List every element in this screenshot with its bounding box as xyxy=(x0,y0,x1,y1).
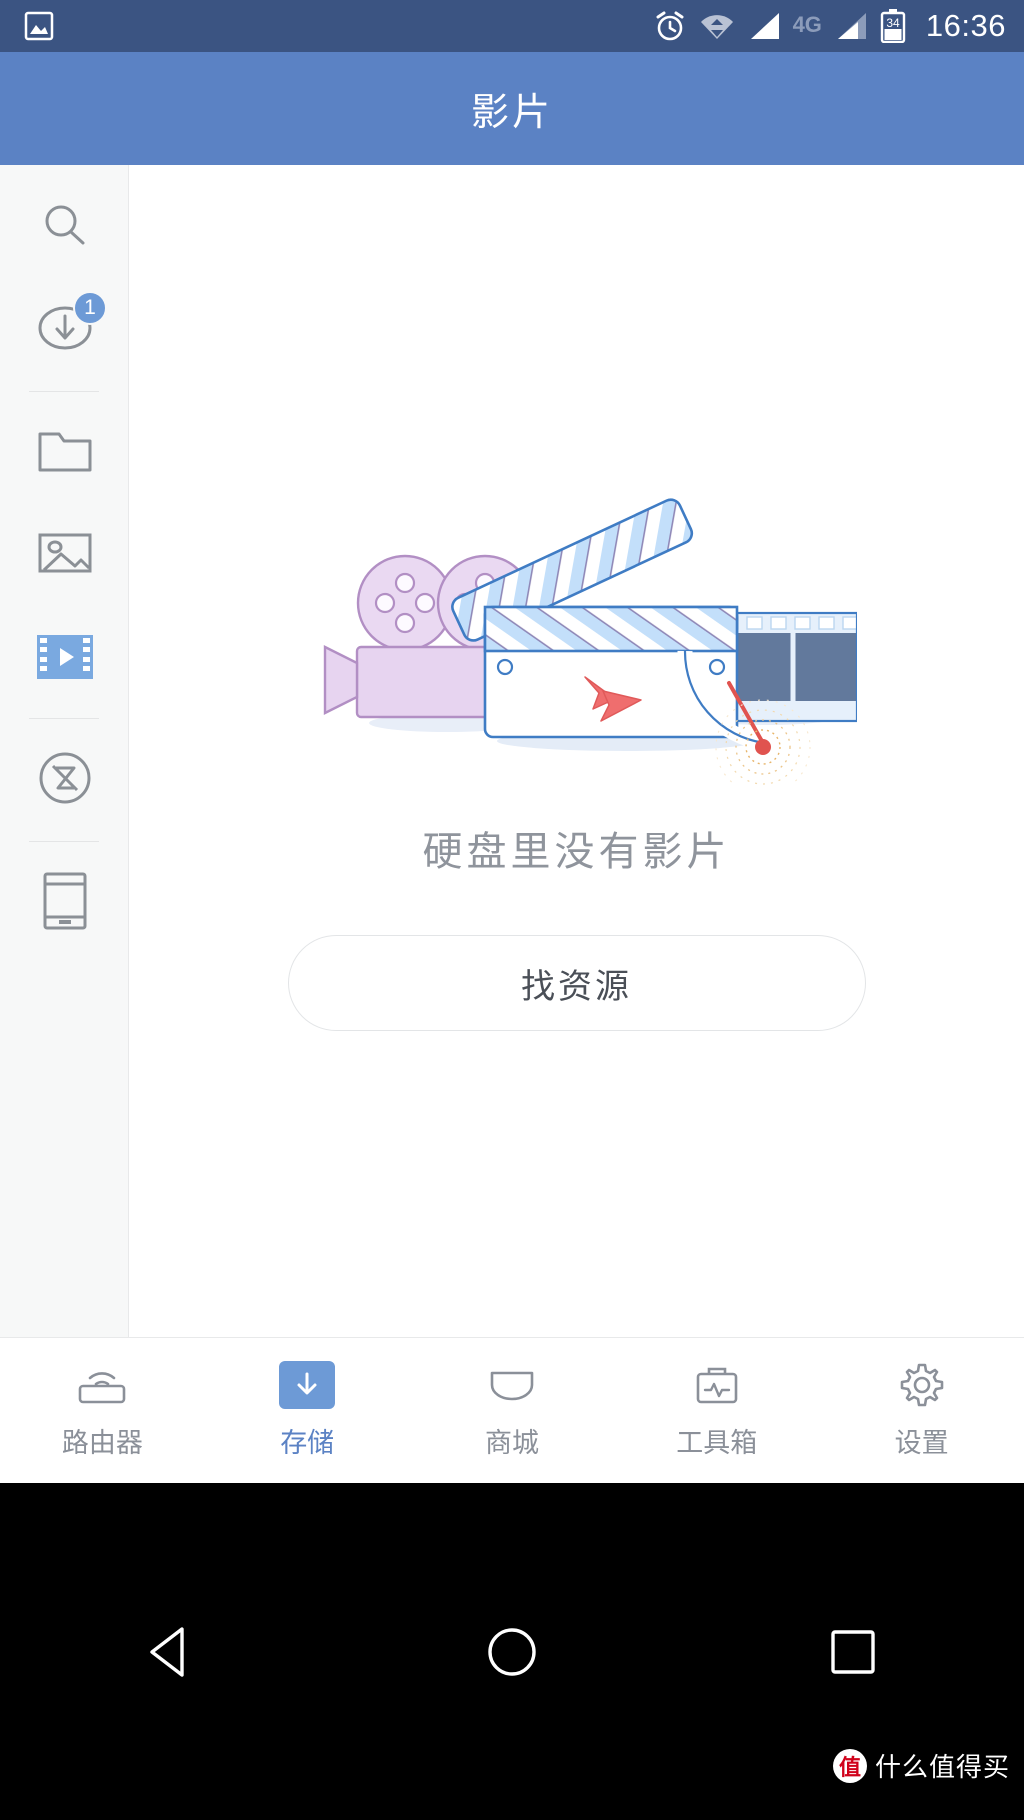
sidebar-divider-2 xyxy=(29,718,99,719)
sidebar-item-search[interactable] xyxy=(0,177,129,279)
battery-icon: 34 xyxy=(880,9,906,43)
page-title: 影片 xyxy=(470,92,553,134)
watermark-text: 什么值得买 xyxy=(874,1752,1010,1782)
downloads-badge: 1 xyxy=(73,291,107,325)
app-bar: 影片 xyxy=(0,52,1024,165)
clapper-board xyxy=(483,605,738,739)
sidebar-divider-3 xyxy=(29,841,99,842)
find-resource-button[interactable]: 找资源 xyxy=(287,935,866,1031)
music-off-circle-icon xyxy=(36,749,94,812)
tab-router[interactable]: 路由器 xyxy=(0,1338,205,1483)
sidebar-item-music-off[interactable] xyxy=(0,729,129,831)
tab-shop[interactable]: 商城 xyxy=(410,1338,615,1483)
screenshot-icon xyxy=(24,10,54,42)
empty-movies-illustration xyxy=(297,455,859,795)
wifi-icon xyxy=(699,11,735,41)
mobile-device-icon xyxy=(42,871,88,936)
clock-time: 16:36 xyxy=(925,8,1006,43)
sidebar-divider-1 xyxy=(29,391,99,392)
android-nav-bar: 值 什么值得买 xyxy=(0,1483,1024,1820)
signal-icon xyxy=(747,11,781,41)
shop-icon xyxy=(484,1361,540,1409)
router-icon xyxy=(74,1361,130,1409)
recents-square-icon[interactable] xyxy=(808,1607,898,1697)
network-type-label: 4G xyxy=(792,12,822,37)
tab-storage[interactable]: 存储 xyxy=(205,1338,410,1483)
home-circle-icon[interactable] xyxy=(467,1607,557,1697)
tab-label-storage: 存储 xyxy=(280,1428,335,1458)
toolbox-icon xyxy=(689,1361,745,1409)
gear-icon xyxy=(894,1361,950,1409)
storage-download-icon xyxy=(279,1361,336,1409)
film-play-icon xyxy=(36,635,93,679)
sidebar-item-downloads[interactable]: 1 xyxy=(0,279,129,381)
back-triangle-icon[interactable] xyxy=(126,1607,216,1697)
sidebar-item-device[interactable] xyxy=(0,852,129,954)
tab-label-shop: 商城 xyxy=(484,1428,539,1458)
tab-label-settings: 设置 xyxy=(894,1428,949,1458)
screen-root: 4G 34 16:36 影片 1 硬盘里没有影片 找资源 路由器 存储 商城 工… xyxy=(0,0,1024,1820)
bottom-tab-bar: 路由器 存储 商城 工具箱 设置 xyxy=(0,1337,1024,1483)
sidebar-item-files[interactable] xyxy=(0,402,129,504)
watermark: 值 什么值得买 xyxy=(832,1747,1010,1784)
sidebar-item-videos[interactable] xyxy=(0,606,129,708)
svg-text:34: 34 xyxy=(886,16,900,30)
tab-label-router: 路由器 xyxy=(61,1428,143,1458)
folder-icon xyxy=(37,428,93,479)
alarm-icon xyxy=(653,9,687,43)
sidebar-item-photos[interactable] xyxy=(0,504,129,606)
tab-toolbox[interactable]: 工具箱 xyxy=(614,1338,819,1483)
empty-state-text: 硬盘里没有影片 xyxy=(422,830,731,874)
status-bar: 4G 34 16:36 xyxy=(0,0,1024,52)
status-bar-right: 4G 34 16:36 xyxy=(653,8,1006,44)
search-icon xyxy=(40,201,90,256)
signal-icon-2 xyxy=(834,11,868,41)
sidebar: 1 xyxy=(0,165,129,1337)
image-icon xyxy=(37,530,93,581)
tab-label-toolbox: 工具箱 xyxy=(676,1428,758,1458)
tab-settings[interactable]: 设置 xyxy=(819,1338,1024,1483)
content-area: 1 硬盘里没有影片 找资源 xyxy=(0,165,1024,1337)
watermark-badge: 值 xyxy=(832,1748,867,1783)
status-bar-left xyxy=(24,10,54,42)
main-panel: 硬盘里没有影片 找资源 xyxy=(129,165,1024,1337)
